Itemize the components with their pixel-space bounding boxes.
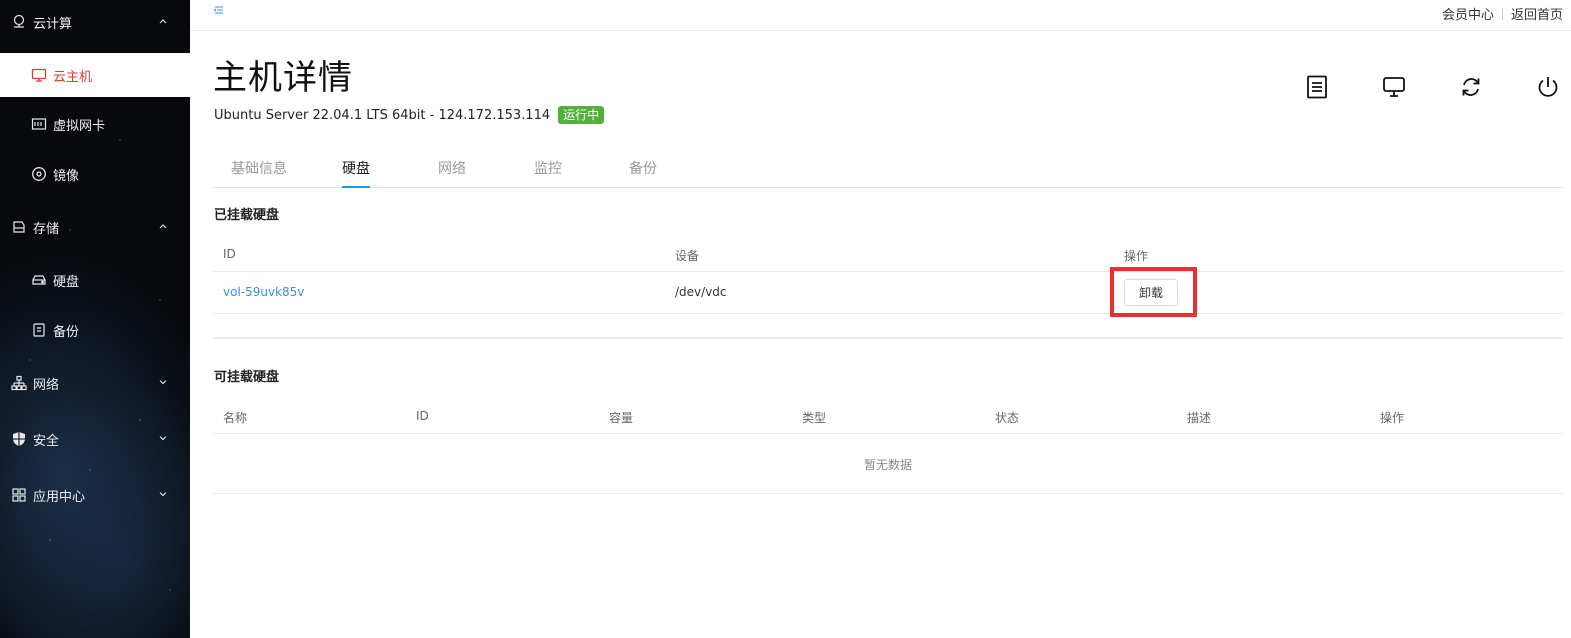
column-header: ID bbox=[223, 247, 236, 261]
sidebar-item-virtual-nic[interactable]: 虚拟网卡 bbox=[0, 102, 190, 146]
sidebar-group-storage[interactable]: 存储 bbox=[0, 205, 190, 249]
disk-id-link[interactable]: vol-59uvk85v bbox=[223, 285, 304, 299]
column-header: 操作 bbox=[1124, 249, 1149, 263]
sidebar-item-label: 硬盘 bbox=[53, 274, 80, 290]
empty-text: 暂无数据 bbox=[863, 458, 912, 472]
empty-row: 暂无数据 bbox=[213, 434, 1563, 494]
console-log-button[interactable] bbox=[1302, 74, 1332, 104]
column-header: 状态 bbox=[995, 411, 1020, 425]
sidebar-item-image[interactable]: 镜像 bbox=[0, 152, 190, 196]
status-badge: 运行中 bbox=[558, 106, 605, 124]
chevron-down-icon bbox=[156, 487, 170, 501]
sidebar-group-label: 云计算 bbox=[33, 16, 73, 32]
sidebar-group-security[interactable]: 安全 bbox=[0, 417, 190, 461]
tab-basic-info[interactable]: 基础信息 bbox=[231, 158, 287, 188]
member-center-link[interactable]: 会员中心 bbox=[1442, 4, 1494, 23]
tab-monitoring[interactable]: 监控 bbox=[534, 158, 562, 188]
column-header: 容量 bbox=[609, 411, 634, 425]
sidebar-group-cloud-computing[interactable]: 云计算 bbox=[0, 0, 190, 44]
topbar: 会员中心 返回首页 bbox=[190, 0, 1571, 31]
sidebar-item-label: 镜像 bbox=[53, 168, 80, 184]
nic-icon bbox=[30, 115, 48, 133]
host-subtitle: Ubuntu Server 22.04.1 LTS 64bit - 124.17… bbox=[214, 106, 605, 124]
document-icon bbox=[1306, 75, 1328, 103]
power-icon bbox=[1536, 75, 1560, 103]
divider bbox=[1501, 7, 1503, 20]
disk-device: /dev/vdc bbox=[675, 285, 727, 299]
column-header: 名称 bbox=[223, 411, 248, 425]
column-header: 类型 bbox=[802, 411, 827, 425]
sidebar-group-app-center[interactable]: 应用中心 bbox=[0, 473, 190, 517]
back-home-link[interactable]: 返回首页 bbox=[1511, 4, 1563, 23]
tab-disk[interactable]: 硬盘 bbox=[342, 158, 370, 188]
column-header: 设备 bbox=[675, 249, 700, 263]
sidebar-item-backup[interactable]: 备份 bbox=[0, 308, 190, 352]
tab-backup[interactable]: 备份 bbox=[629, 158, 657, 188]
sidebar-item-cloud-host[interactable]: 云主机 bbox=[0, 53, 190, 97]
detail-tabs: 基础信息 硬盘 网络 监控 备份 bbox=[213, 150, 1563, 188]
chevron-up-icon bbox=[156, 219, 170, 233]
power-button[interactable] bbox=[1533, 74, 1563, 104]
sidebar-item-label: 备份 bbox=[53, 324, 80, 340]
restart-button[interactable] bbox=[1456, 74, 1486, 104]
sidebar-group-label: 网络 bbox=[33, 377, 60, 393]
section-divider bbox=[213, 337, 1563, 339]
sidebar-group-label: 应用中心 bbox=[33, 489, 86, 505]
network-icon bbox=[10, 374, 28, 392]
chevron-up-icon bbox=[156, 14, 170, 28]
backup-icon bbox=[30, 321, 48, 339]
available-disks-title: 可挂载硬盘 bbox=[214, 370, 280, 385]
column-header: ID bbox=[416, 409, 429, 423]
disc-icon bbox=[30, 165, 48, 183]
sidebar-item-label: 虚拟网卡 bbox=[53, 118, 106, 134]
page-title: 主机详情 bbox=[213, 58, 353, 98]
host-os-ip: Ubuntu Server 22.04.1 LTS 64bit - 124.17… bbox=[214, 107, 551, 123]
column-header: 操作 bbox=[1380, 411, 1405, 425]
sidebar-item-label: 云主机 bbox=[53, 69, 93, 85]
table-header: 名称 ID 容量 类型 状态 描述 操作 bbox=[213, 398, 1563, 434]
mounted-disks-title: 已挂载硬盘 bbox=[214, 208, 280, 223]
sidebar-group-label: 安全 bbox=[33, 433, 60, 449]
unmount-button[interactable]: 卸载 bbox=[1124, 279, 1178, 306]
sidebar-group-label: 存储 bbox=[33, 221, 60, 237]
chevron-down-icon bbox=[156, 431, 170, 445]
hdd-icon bbox=[30, 271, 48, 289]
storage-icon bbox=[10, 218, 28, 236]
apps-icon bbox=[10, 486, 28, 504]
table-row: vol-59uvk85v /dev/vdc 卸载 bbox=[213, 272, 1563, 314]
refresh-icon bbox=[1460, 76, 1482, 102]
monitor-icon bbox=[30, 66, 48, 84]
table-header: ID 设备 操作 bbox=[213, 236, 1563, 272]
cloud-icon bbox=[10, 13, 28, 31]
sidebar-group-network[interactable]: 网络 bbox=[0, 361, 190, 405]
shield-icon bbox=[10, 430, 28, 448]
menu-collapse-icon[interactable] bbox=[213, 4, 226, 16]
tab-network[interactable]: 网络 bbox=[438, 158, 466, 188]
sidebar-item-disk[interactable]: 硬盘 bbox=[0, 258, 190, 302]
column-header: 描述 bbox=[1187, 411, 1212, 425]
monitor-icon bbox=[1382, 76, 1406, 102]
host-actions bbox=[1302, 74, 1563, 104]
chevron-down-icon bbox=[156, 375, 170, 389]
remote-console-button[interactable] bbox=[1379, 74, 1409, 104]
sidebar: 云计算 云主机 虚拟网卡 镜像 存储 硬盘 备份 网络 安全 应用中心 bbox=[0, 0, 190, 638]
top-links: 会员中心 返回首页 bbox=[1442, 4, 1563, 23]
